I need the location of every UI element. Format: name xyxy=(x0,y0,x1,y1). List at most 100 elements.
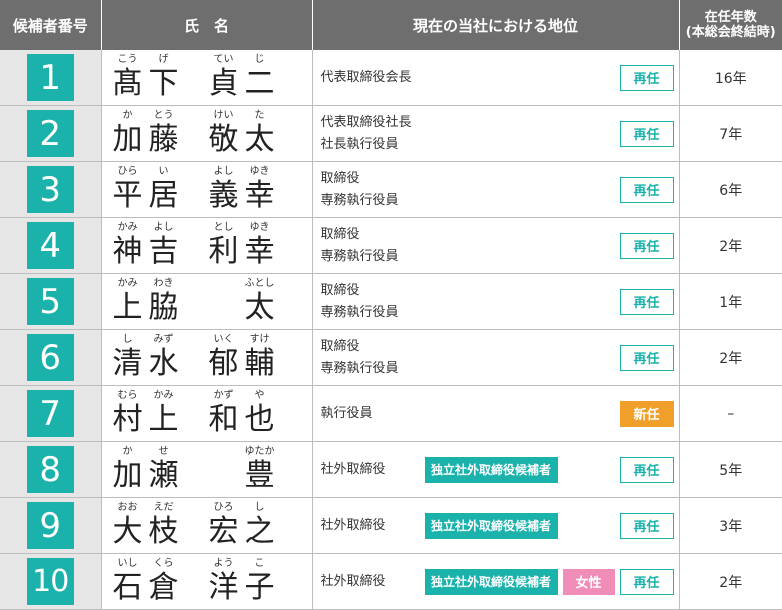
candidate-name-cell: し みず清水 いく すけ郁輔 xyxy=(101,329,313,386)
kanji-char xyxy=(206,458,242,494)
kanji-char: 枝 xyxy=(148,514,179,549)
reading-char: よう xyxy=(213,558,234,569)
name-reading: おお えだ xyxy=(110,501,182,514)
position-text: 取締役 専務執行役員 xyxy=(321,224,399,268)
reading-char: げ xyxy=(158,54,169,65)
given-name: ひろ し宏之 xyxy=(206,501,278,550)
position-text: 取締役 専務執行役員 xyxy=(321,336,399,380)
family-name: いし くら石倉 xyxy=(110,557,182,606)
header-position: 現在の当社における地位 xyxy=(312,0,680,50)
kanji-char: 清 xyxy=(112,346,143,381)
kanji-char: 倉 xyxy=(148,570,179,605)
kanji-char: 之 xyxy=(244,514,275,549)
kanji-char: 貞 xyxy=(208,66,239,101)
reading-char: せ xyxy=(158,446,169,457)
header-number: 候補者番号 xyxy=(0,0,102,50)
name-reading: し みず xyxy=(110,333,182,346)
position-cell: 社外取締役 独立社外取締役候補者 再任 xyxy=(312,497,680,554)
given-name: いく すけ郁輔 xyxy=(206,333,278,382)
name-reading: よう こ xyxy=(206,557,278,570)
candidate-number: 2 xyxy=(26,110,74,157)
tenure-years: 2年 xyxy=(679,329,782,386)
reading-char: いし xyxy=(117,558,138,569)
reading-char: ふとし xyxy=(244,278,275,289)
reading-char: すけ xyxy=(249,334,270,345)
candidate-name-cell: ひら い平居 よし ゆき義幸 xyxy=(101,161,313,218)
name-kanji: 清水 xyxy=(110,346,182,382)
name-kanji: 加藤 xyxy=(110,122,182,158)
family-name: し みず清水 xyxy=(110,333,182,382)
female-badge: 女性 xyxy=(562,568,615,595)
position-line: 社長執行役員 xyxy=(320,136,399,152)
kanji-char: 水 xyxy=(148,346,179,381)
kanji-char: 宏 xyxy=(208,514,239,549)
kanji-char: 加 xyxy=(112,122,143,157)
name-kanji: 村上 xyxy=(110,402,182,438)
name-kanji: 加瀬 xyxy=(110,458,182,494)
name-kanji: 太 xyxy=(206,290,278,326)
reading-char: ゆたか xyxy=(244,446,275,457)
candidate-number: 7 xyxy=(26,390,74,437)
candidate-number-cell: 6 xyxy=(0,329,102,386)
name-reading: かみ わき xyxy=(110,277,182,290)
position-line: 社外取締役 xyxy=(320,573,386,589)
kanji-char: 上 xyxy=(148,402,179,437)
tenure-years: 2年 xyxy=(679,553,782,610)
position-text: 社外取締役 xyxy=(321,459,386,481)
candidate-name-cell: かみ よし神吉 とし ゆき利幸 xyxy=(101,217,313,274)
candidate-number-cell: 5 xyxy=(0,273,102,330)
reading-char: こう xyxy=(117,54,138,65)
table-row: 2 か とう加藤 けい た敬太 代表取締役社長 社長執行役員 再任 7年 xyxy=(0,105,782,162)
header-name: 氏 名 xyxy=(101,0,313,50)
status-badge: 再任 xyxy=(619,568,674,595)
position-text: 代表取締役会長 xyxy=(321,67,412,89)
name-reading: むら かみ xyxy=(110,389,182,402)
reading-char: みず xyxy=(153,334,174,345)
kanji-char: 上 xyxy=(112,290,143,325)
candidate-number-cell: 10 xyxy=(0,553,102,610)
position-text: 執行役員 xyxy=(321,403,373,425)
candidate-number-cell: 7 xyxy=(0,385,102,442)
table-row: 5 かみ わき上脇ふとし太取締役 専務執行役員 再任 1年 xyxy=(0,273,782,330)
kanji-char: 幸 xyxy=(244,178,275,213)
tenure-years: 7年 xyxy=(679,105,782,162)
candidate-number: 10 xyxy=(26,558,74,605)
family-name: こう げ髙下 xyxy=(110,53,182,102)
reading-char: てい xyxy=(213,54,234,65)
candidate-number-cell: 4 xyxy=(0,217,102,274)
family-name: かみ よし神吉 xyxy=(110,221,182,270)
tenure-years: 5年 xyxy=(679,441,782,498)
tenure-years: 6年 xyxy=(679,161,782,218)
kanji-char: 豊 xyxy=(244,458,275,493)
position-line: 専務執行役員 xyxy=(320,304,399,320)
name-kanji: 和也 xyxy=(206,402,278,438)
name-reading: ひろ し xyxy=(206,501,278,514)
position-cell: 取締役 専務執行役員 再任 xyxy=(312,161,680,218)
reading-char: か xyxy=(122,446,133,457)
kanji-char: 子 xyxy=(244,570,275,605)
position-line: 取締役 xyxy=(320,282,360,298)
given-name: よし ゆき義幸 xyxy=(206,165,278,214)
reading-char: いく xyxy=(213,334,234,345)
reading-char: むら xyxy=(117,390,138,401)
candidate-name-cell: こう げ髙下 てい じ貞二 xyxy=(101,50,313,106)
kanji-char xyxy=(206,290,242,326)
reading-char: えだ xyxy=(153,502,174,513)
kanji-char: 藤 xyxy=(148,122,179,157)
kanji-char: 居 xyxy=(148,178,179,213)
candidate-number: 3 xyxy=(26,166,74,213)
name-reading: か とう xyxy=(110,109,182,122)
name-reading: こう げ xyxy=(110,53,182,66)
status-badge: 再任 xyxy=(619,344,674,371)
tenure-years: 2年 xyxy=(679,217,782,274)
name-kanji: 平居 xyxy=(110,178,182,214)
position-cell: 執行役員 新任 xyxy=(312,385,680,442)
kanji-char: 加 xyxy=(112,458,143,493)
independent-badge: 独立社外取締役候補者 xyxy=(424,512,558,539)
position-line: 取締役 xyxy=(320,338,360,354)
table-row: 1 こう げ髙下 てい じ貞二 代表取締役会長 再任 16年 xyxy=(0,50,782,106)
given-name: よう こ洋子 xyxy=(206,557,278,606)
kanji-char: 義 xyxy=(208,178,239,213)
name-reading: かず や xyxy=(206,389,278,402)
kanji-char: 和 xyxy=(208,402,239,437)
